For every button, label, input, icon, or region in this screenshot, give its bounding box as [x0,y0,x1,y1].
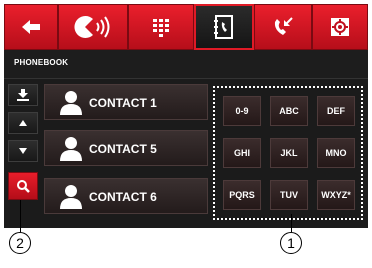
callout-search: 2 [9,232,31,254]
key-tuv[interactable]: TUV [270,180,308,210]
back-arrow-icon [22,20,40,34]
phonebook-icon [214,15,233,39]
title-bar: PHONEBOOK [4,50,368,79]
person-icon [60,91,82,115]
key-wxyz[interactable]: WXYZ* [317,180,355,210]
recent-calls-tab[interactable] [254,4,312,50]
speaker-icon [74,16,110,38]
callout-leader [291,214,292,232]
contact-name: CONTACT 6 [89,190,157,204]
page-title: PHONEBOOK [14,58,69,67]
contact-name: CONTACT 1 [89,96,157,110]
key-0-9[interactable]: 0-9 [223,96,261,126]
search-icon [17,180,30,193]
key-ghi[interactable]: GHI [223,138,261,168]
arrow-up-icon [19,120,27,126]
key-def[interactable]: DEF [317,96,355,126]
audio-button[interactable] [58,4,128,50]
key-jkl[interactable]: JKL [270,138,308,168]
callout-leader [20,200,21,232]
dialpad-icon [153,19,169,37]
gear-icon [331,18,349,36]
call-log-icon [274,17,293,35]
search-button[interactable] [8,172,38,200]
back-button[interactable] [4,4,58,50]
phonebook-screen: PHONEBOOK CONTACT 1 CONTACT 5 CONTACT 6 … [4,4,368,228]
alphabet-keypad: 0-9 ABC DEF GHI JKL MNO PQRS TUV WXYZ* [213,86,363,220]
person-icon [60,137,82,161]
scroll-down-button[interactable] [8,140,38,162]
settings-tab[interactable] [312,4,368,50]
phonebook-tab[interactable] [194,4,254,50]
download-button[interactable] [8,84,38,106]
key-abc[interactable]: ABC [270,96,308,126]
callout-keypad: 1 [280,232,302,254]
person-icon [60,185,82,209]
key-mno[interactable]: MNO [317,138,355,168]
arrow-down-icon [19,148,27,154]
download-icon [17,89,29,101]
contact-item[interactable]: CONTACT 1 [44,84,208,120]
scroll-up-button[interactable] [8,112,38,134]
key-pqrs[interactable]: PQRS [223,180,261,210]
contact-item[interactable]: CONTACT 5 [44,130,208,166]
keypad-tab[interactable] [128,4,194,50]
contact-name: CONTACT 5 [89,142,157,156]
contact-item[interactable]: CONTACT 6 [44,178,208,214]
